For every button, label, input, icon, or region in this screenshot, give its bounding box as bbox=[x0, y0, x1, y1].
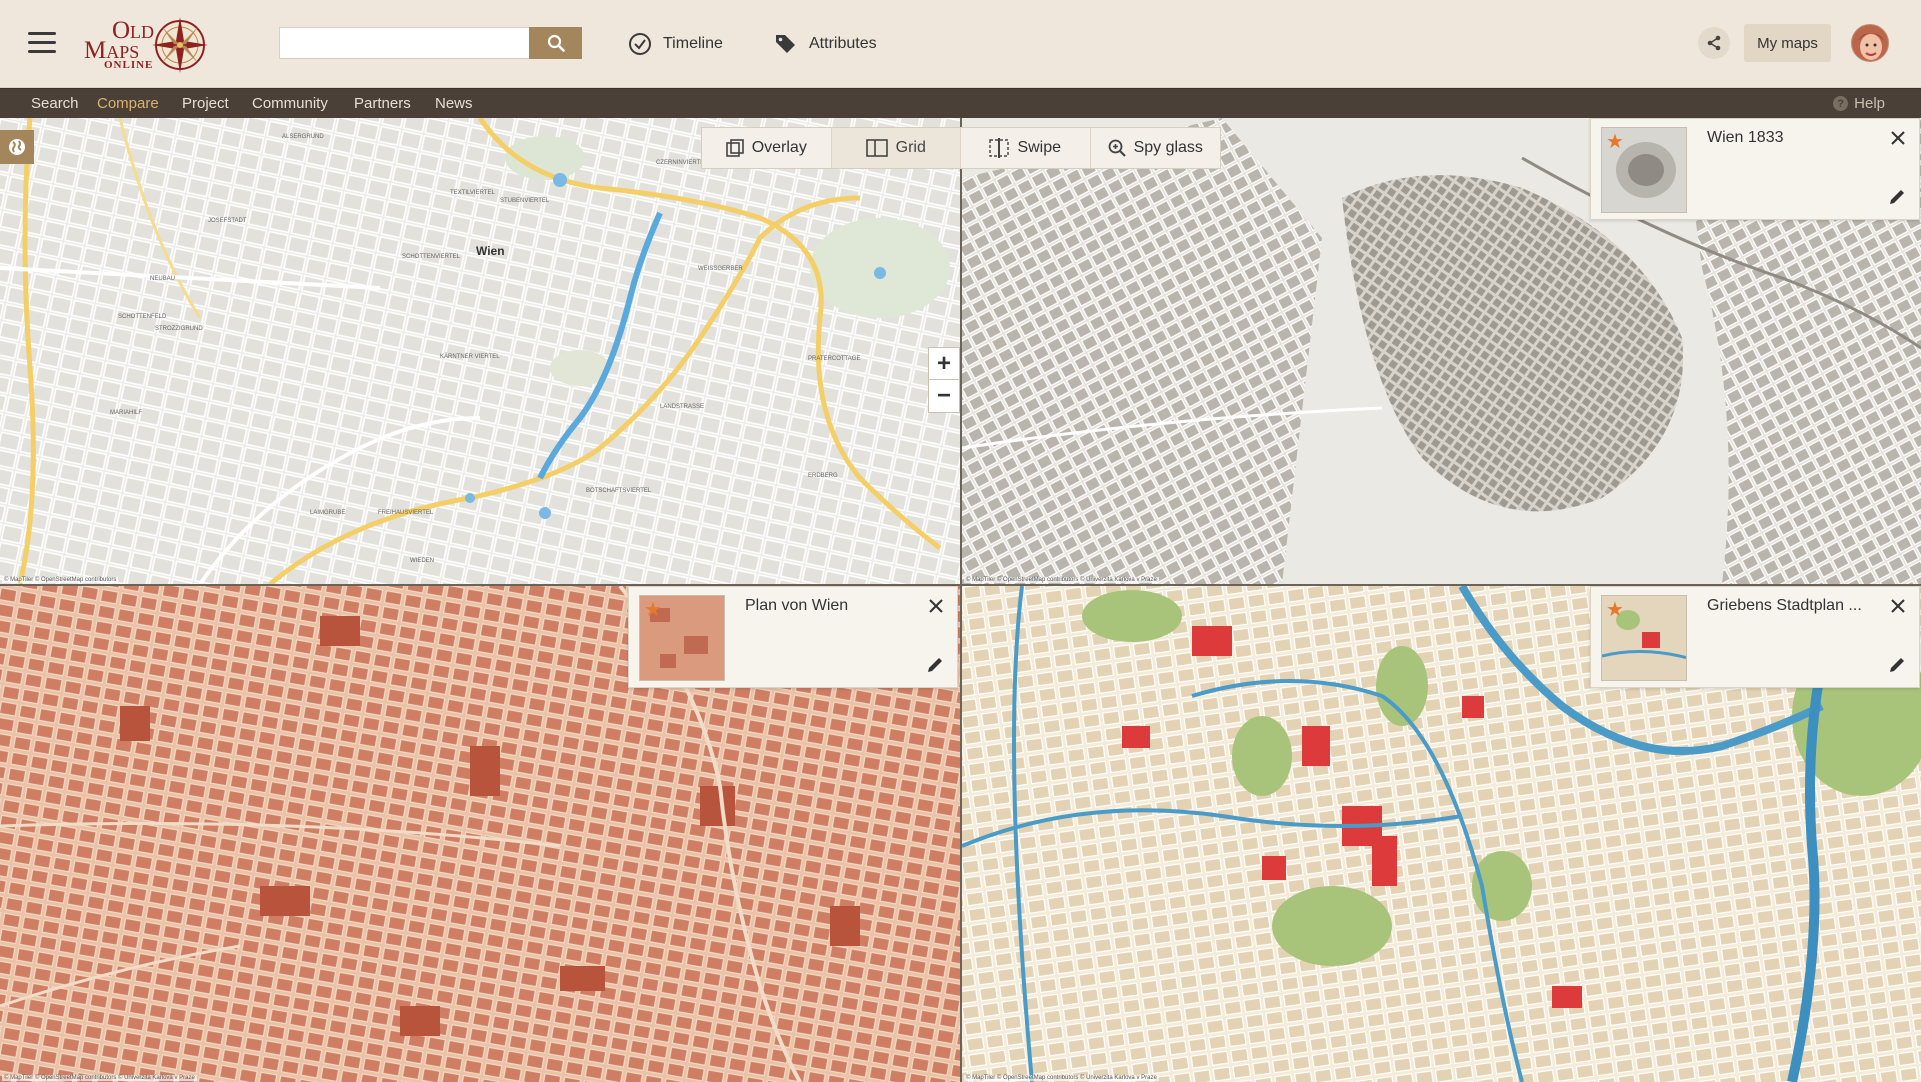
map-title[interactable]: Plan von Wien bbox=[745, 597, 848, 615]
attributes-link[interactable]: Attributes bbox=[773, 30, 877, 58]
nav-news[interactable]: News bbox=[435, 95, 473, 112]
mode-grid[interactable]: Grid bbox=[831, 128, 961, 168]
nav-community[interactable]: Community bbox=[252, 95, 328, 112]
search-button[interactable] bbox=[529, 27, 582, 59]
district-label: CZERNINVIERTEL bbox=[656, 160, 708, 166]
mode-swipe-label: Swipe bbox=[1017, 139, 1062, 156]
district-label: ALSERGRUND bbox=[282, 134, 324, 140]
map-attribution: © MapTiler © OpenStreetMap contributors … bbox=[964, 1075, 1159, 1081]
nav-search[interactable]: Search bbox=[31, 95, 79, 112]
grid-icon bbox=[865, 139, 888, 157]
map-attribution: © MapTiler © OpenStreetMap contributors … bbox=[2, 1075, 197, 1081]
star-icon[interactable]: ★ bbox=[644, 600, 662, 620]
district-label: STROZZIGRUND bbox=[155, 326, 203, 332]
globe-icon bbox=[9, 139, 25, 155]
close-icon[interactable] bbox=[1889, 597, 1907, 615]
mode-grid-label: Grid bbox=[895, 139, 926, 156]
search-input[interactable] bbox=[279, 27, 529, 59]
menu-icon[interactable] bbox=[28, 32, 56, 54]
share-icon bbox=[1707, 35, 1721, 51]
city-label: Wien bbox=[476, 244, 505, 258]
map-thumbnail[interactable]: ★ bbox=[639, 595, 725, 681]
district-label: TEXTILVIERTEL bbox=[450, 190, 495, 196]
close-icon[interactable] bbox=[927, 597, 945, 615]
zoom-in-button[interactable]: + bbox=[929, 348, 959, 380]
help-link[interactable]: ? Help bbox=[1833, 95, 1885, 112]
basemap-panel[interactable]: Wien SCHOTTENFELD NEUBAU JOSEFSTADT ALSE… bbox=[0, 118, 960, 584]
map-thumbnail[interactable]: ★ bbox=[1601, 595, 1687, 681]
timeline-link[interactable]: Timeline bbox=[627, 30, 723, 58]
overlay-icon bbox=[725, 139, 744, 157]
layer-switch-button[interactable] bbox=[0, 130, 34, 164]
nav-compare[interactable]: Compare bbox=[97, 95, 159, 112]
district-label: KÄRNTNER VIERTEL bbox=[440, 354, 500, 360]
help-icon: ? bbox=[1833, 96, 1849, 111]
compass-rose-icon bbox=[152, 17, 208, 73]
zoom-out-button[interactable]: − bbox=[929, 380, 959, 412]
map-card-griebens-stadtplan: ★ Griebens Stadtplan ... bbox=[1590, 586, 1920, 688]
map-thumbnail[interactable]: ★ bbox=[1601, 127, 1687, 213]
search-icon bbox=[547, 34, 565, 52]
star-icon[interactable]: ★ bbox=[1606, 132, 1624, 152]
mode-overlay-label: Overlay bbox=[751, 139, 807, 156]
grid-divider-vertical[interactable] bbox=[960, 118, 962, 1082]
district-label: SCHOTTENVIERTEL bbox=[402, 254, 460, 260]
my-maps-button[interactable]: My maps bbox=[1744, 24, 1831, 62]
basemap-canvas bbox=[0, 118, 960, 584]
nav-partners[interactable]: Partners bbox=[354, 95, 411, 112]
map-title[interactable]: Griebens Stadtplan ... bbox=[1707, 597, 1862, 615]
timeline-icon bbox=[627, 31, 653, 57]
help-label: Help bbox=[1854, 95, 1885, 112]
edit-icon[interactable] bbox=[925, 655, 945, 675]
share-button[interactable] bbox=[1698, 27, 1730, 59]
mode-overlay[interactable]: Overlay bbox=[702, 128, 832, 168]
app-header: Old Maps ONLINE Timeline Attributes My m… bbox=[0, 0, 1921, 88]
user-avatar[interactable] bbox=[1851, 24, 1889, 62]
map-attribution: © MapTiler © OpenStreetMap contributors bbox=[2, 577, 119, 583]
tags-icon bbox=[773, 31, 799, 57]
district-label: ERDBERG bbox=[808, 473, 838, 479]
district-label: FREIHAUSVIERTEL bbox=[378, 510, 434, 516]
mode-spy-glass-label: Spy glass bbox=[1133, 139, 1203, 156]
district-label: LAIMGRUBE bbox=[310, 510, 346, 516]
district-label: MARIAHILF bbox=[110, 410, 143, 416]
edit-icon[interactable] bbox=[1887, 655, 1907, 675]
district-label: BOTSCHAFTSVIERTEL bbox=[586, 488, 652, 494]
mode-spy-glass[interactable]: Spy glass bbox=[1091, 128, 1221, 168]
edit-icon[interactable] bbox=[1887, 187, 1907, 207]
nav-project[interactable]: Project bbox=[182, 95, 229, 112]
map-card-wien-1833: ★ Wien 1833 bbox=[1590, 118, 1920, 220]
logo-text: Old Maps ONLINE bbox=[84, 17, 155, 71]
swipe-icon bbox=[989, 138, 1010, 158]
star-icon[interactable]: ★ bbox=[1606, 600, 1624, 620]
district-label: NEUBAU bbox=[150, 276, 176, 282]
district-label: LANDSTRASSE bbox=[660, 404, 705, 410]
main-nav: Search Compare Project Community Partner… bbox=[0, 88, 1921, 118]
map-attribution: © MapTiler © OpenStreetMap contributors … bbox=[964, 577, 1159, 583]
mode-swipe[interactable]: Swipe bbox=[961, 128, 1091, 168]
map-title[interactable]: Wien 1833 bbox=[1707, 129, 1784, 147]
district-label: PRATERCOTTAGE bbox=[808, 356, 861, 362]
district-label: JOSEFSTADT bbox=[208, 218, 247, 224]
map-card-plan-von-wien: ★ Plan von Wien bbox=[628, 586, 958, 688]
district-label: WEISSGERBER bbox=[698, 266, 743, 272]
close-icon[interactable] bbox=[1889, 129, 1907, 147]
district-label: WIEDEN bbox=[410, 558, 434, 564]
timeline-label: Timeline bbox=[663, 35, 723, 52]
zoom-control: + − bbox=[928, 347, 960, 413]
district-label: STUBENVIERTEL bbox=[500, 198, 550, 204]
spyglass-icon bbox=[1108, 139, 1126, 157]
old-maps-online-logo[interactable]: Old Maps ONLINE bbox=[84, 14, 216, 76]
attributes-label: Attributes bbox=[809, 35, 877, 52]
district-label: SCHOTTENFELD bbox=[118, 314, 167, 320]
compare-mode-toolbar: Overlay Grid Swipe Spy glass bbox=[701, 127, 1221, 169]
